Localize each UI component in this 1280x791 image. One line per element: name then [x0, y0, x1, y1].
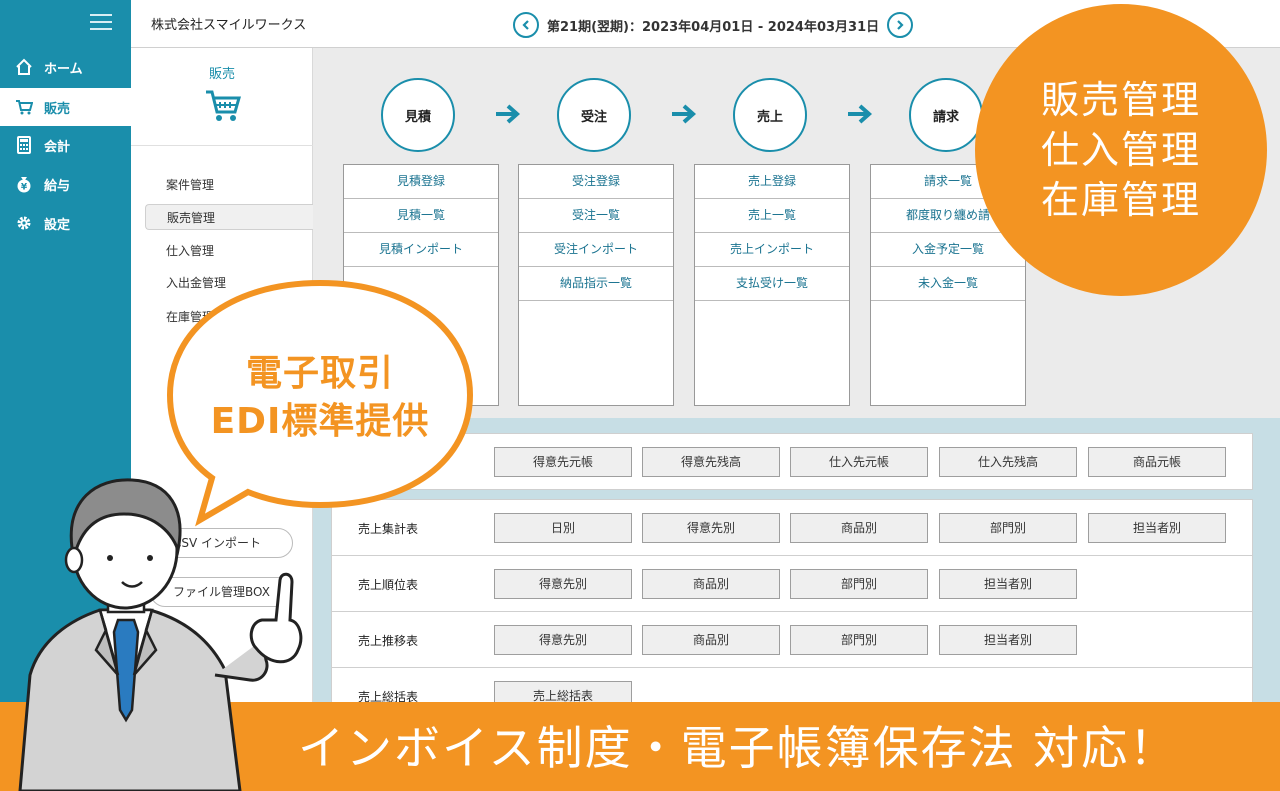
- report-button[interactable]: 部門別: [939, 513, 1077, 543]
- link-unpaid-list[interactable]: 未入金一覧: [871, 267, 1025, 301]
- report-button[interactable]: 担当者別: [939, 569, 1077, 599]
- company-name: 株式会社スマイルワークス: [151, 18, 307, 33]
- money-bag-icon: ¥: [14, 174, 34, 194]
- report-label: 売上順位表: [358, 578, 419, 592]
- flow-step-order: 受注: [557, 78, 631, 152]
- submenu-item-projects[interactable]: 案件管理: [145, 172, 313, 198]
- report-label: 売上集計表: [358, 522, 419, 536]
- sidebar-item-home[interactable]: ホーム: [0, 48, 131, 86]
- ledger-button[interactable]: 得意先残高: [642, 447, 780, 477]
- report-label: 売上推移表: [358, 634, 419, 648]
- report-button[interactable]: 商品別: [642, 569, 780, 599]
- report-button[interactable]: 部門別: [790, 625, 928, 655]
- ledger-row: 得意先元帳 得意先残高 仕入先元帳 仕入先残高 商品元帳: [332, 434, 1252, 490]
- link-sales-register[interactable]: 売上登録: [695, 165, 849, 199]
- report-row: 売上順位表 得意先別 商品別 部門別 担当者別: [332, 556, 1252, 612]
- sales-links: 売上登録 売上一覧 売上インポート 支払受け一覧: [694, 164, 850, 406]
- previous-period-button[interactable]: [513, 12, 539, 38]
- report-button[interactable]: 商品別: [642, 625, 780, 655]
- bubble-line: 電子取引: [245, 353, 394, 394]
- report-button[interactable]: 得意先別: [494, 569, 632, 599]
- submenu-title: 販売: [208, 67, 235, 82]
- ledger-button[interactable]: 仕入先元帳: [790, 447, 928, 477]
- shopping-cart-icon: [206, 90, 241, 121]
- link-sales-list[interactable]: 売上一覧: [695, 199, 849, 233]
- feature-line: 仕入管理: [1040, 128, 1201, 172]
- ledger-button[interactable]: 得意先元帳: [494, 447, 632, 477]
- feature-line: 在庫管理: [1040, 178, 1201, 222]
- businessman-illustration: [18, 478, 303, 791]
- report-button[interactable]: 得意先別: [494, 625, 632, 655]
- link-order-import[interactable]: 受注インポート: [519, 233, 673, 267]
- ledger-button[interactable]: 商品元帳: [1088, 447, 1226, 477]
- report-button[interactable]: 部門別: [790, 569, 928, 599]
- sidebar-item-accounting[interactable]: 会計: [0, 126, 131, 164]
- feature-line: 販売管理: [1040, 78, 1201, 122]
- ledger-panel: 得意先元帳 得意先残高 仕入先元帳 仕入先残高 商品元帳: [331, 433, 1253, 490]
- chevron-right-icon: [897, 20, 904, 30]
- feature-circle-callout: 販売管理 仕入管理 在庫管理: [975, 4, 1267, 296]
- submenu-item-inventory[interactable]: 在庫管理: [145, 304, 313, 330]
- link-payment-receipts[interactable]: 支払受け一覧: [695, 267, 849, 301]
- home-icon: [14, 57, 34, 77]
- svg-text:¥: ¥: [21, 183, 28, 193]
- ledger-button[interactable]: 仕入先残高: [939, 447, 1077, 477]
- report-button[interactable]: 日別: [494, 513, 632, 543]
- sidebar-item-label: 販売: [44, 101, 71, 117]
- report-button[interactable]: 得意先別: [642, 513, 780, 543]
- sidebar-item-sales[interactable]: 販売: [0, 88, 131, 126]
- sidebar-item-label: ホーム: [44, 61, 83, 77]
- link-delivery-instructions[interactable]: 納品指示一覧: [519, 267, 673, 301]
- bubble-line: EDI標準提供: [210, 401, 430, 442]
- submenu-item-sales-management[interactable]: 販売管理: [145, 204, 313, 230]
- flow-step-sales: 売上: [733, 78, 807, 152]
- sidebar-item-payroll[interactable]: ¥ 給与: [0, 165, 131, 203]
- submenu-item-purchasing[interactable]: 仕入管理: [145, 238, 313, 264]
- sales-reports-panel: 売上集計表 日別 得意先別 商品別 部門別 担当者別 売上順位表 得意先別 商品…: [331, 499, 1253, 719]
- arrow-right-icon: [672, 104, 697, 124]
- flow-step-billing: 請求: [909, 78, 983, 152]
- link-estimate-register[interactable]: 見積登録: [344, 165, 498, 199]
- link-sales-import[interactable]: 売上インポート: [695, 233, 849, 267]
- banner-text: インボイス制度・電子帳簿保存法 対応！: [298, 721, 1178, 775]
- link-estimate-import[interactable]: 見積インポート: [344, 233, 498, 267]
- sidebar-item-settings[interactable]: 設定: [0, 204, 131, 242]
- link-expected-deposits[interactable]: 入金予定一覧: [871, 233, 1025, 267]
- order-links: 受注登録 受注一覧 受注インポート 納品指示一覧: [518, 164, 674, 406]
- report-button[interactable]: 担当者別: [939, 625, 1077, 655]
- flow-step-estimate: 見積: [381, 78, 455, 152]
- link-order-register[interactable]: 受注登録: [519, 165, 673, 199]
- next-period-button[interactable]: [887, 12, 914, 38]
- fiscal-period-label: 第21期(翌期)：2023年04月01日 - 2024年03月31日: [547, 19, 880, 35]
- link-estimate-list[interactable]: 見積一覧: [344, 199, 498, 233]
- report-button[interactable]: 商品別: [790, 513, 928, 543]
- submenu-header: 販売: [131, 48, 313, 146]
- sidebar-item-label: 設定: [44, 217, 71, 233]
- report-button[interactable]: 担当者別: [1088, 513, 1226, 543]
- calculator-icon: [14, 135, 34, 155]
- report-row: 売上推移表 得意先別 商品別 部門別 担当者別: [332, 612, 1252, 668]
- cart-icon: [14, 97, 34, 117]
- sidebar-item-label: 給与: [44, 178, 71, 194]
- gear-icon: [14, 213, 34, 233]
- submenu-item-payments[interactable]: 入出金管理: [145, 270, 313, 296]
- hamburger-menu-icon[interactable]: [90, 14, 112, 32]
- fiscal-period-navigator: 第21期(翌期)：2023年04月01日 - 2024年03月31日: [513, 12, 914, 38]
- link-order-list[interactable]: 受注一覧: [519, 199, 673, 233]
- chevron-left-icon: [522, 20, 529, 30]
- arrow-right-icon: [496, 104, 521, 124]
- arrow-right-icon: [848, 104, 873, 124]
- speech-bubble-text: 電子取引 EDI標準提供: [185, 350, 455, 446]
- report-row: 売上集計表 日別 得意先別 商品別 部門別 担当者別: [332, 500, 1252, 556]
- sidebar-item-label: 会計: [44, 139, 71, 155]
